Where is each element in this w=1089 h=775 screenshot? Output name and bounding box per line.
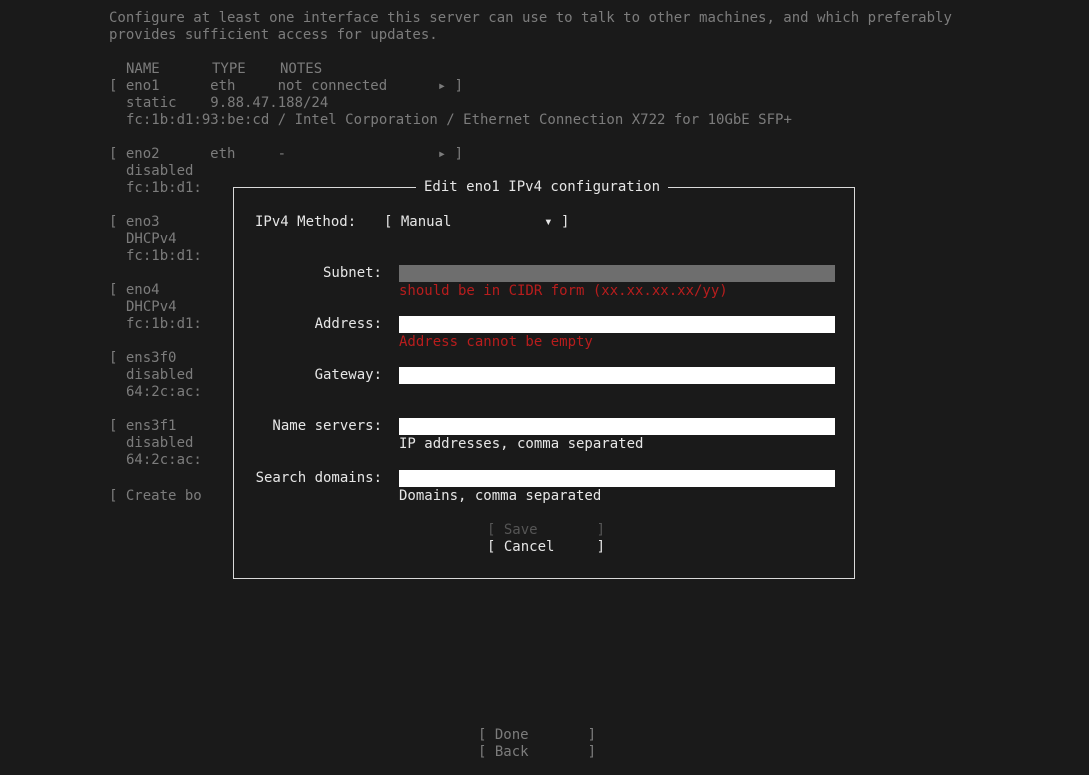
interface-row-eno3[interactable]: [ eno3 [109,214,160,231]
interface-ens3f0-status: disabled [126,367,194,383]
name-servers-field[interactable] [399,418,835,435]
address-label: Address: [314,316,382,332]
interface-eno3-status: DHCPv4 [126,231,177,247]
gateway-label: Gateway: [314,367,382,383]
interface-eno4-status: DHCPv4 [126,299,177,315]
address-field[interactable] [399,316,835,333]
name-servers-hint: IP addresses, comma separated [399,436,644,452]
interface-row-ens3f1[interactable]: [ ens3f1 [109,418,176,435]
cancel-button[interactable]: [ Cancel ] [487,539,605,556]
interface-eno1-hw: fc:1b:d1:93:be:cd / Intel Corporation / … [126,112,792,128]
interface-row-eno2[interactable]: [ eno2 eth - ▸ ] [109,146,463,163]
intro-line-2: provides sufficient access for updates. [109,27,438,43]
interface-eno2-hw: fc:1b:d1: [126,180,202,196]
interface-eno1-address: static 9.88.47.188/24 [126,95,329,111]
header-type: TYPE [212,61,246,77]
interface-ens3f1-hw: 64:2c:ac: [126,452,202,468]
dialog-title: Edit eno1 IPv4 configuration [416,179,669,196]
interface-eno4-hw: fc:1b:d1: [126,316,202,332]
gateway-input[interactable] [399,367,835,384]
name-servers-input[interactable] [399,418,835,435]
interface-ens3f1-status: disabled [126,435,194,451]
ipv4-method-label: IPv4 Method: [255,214,357,230]
done-button[interactable]: [ Done ] [478,727,596,744]
intro-line-1: Configure at least one interface this se… [109,10,952,26]
back-button[interactable]: [ Back ] [478,744,596,761]
search-domains-input[interactable] [399,470,835,487]
name-servers-label: Name servers: [272,418,382,434]
header-notes: NOTES [280,61,323,77]
subnet-label: Subnet: [322,265,382,281]
save-button[interactable]: [ Save ] [487,522,605,539]
interface-row-eno1[interactable]: [ eno1 eth not connected ▸ ] [109,78,463,95]
gateway-field[interactable] [399,367,835,384]
search-domains-field[interactable] [399,470,835,487]
search-domains-label: Search domains: [255,470,382,486]
interface-eno2-status: disabled [126,163,194,179]
search-domains-hint: Domains, comma separated [399,488,602,504]
header-name: NAME [126,61,160,77]
interface-row-eno4[interactable]: [ eno4 [109,282,160,299]
interface-eno3-hw: fc:1b:d1: [126,248,202,264]
subnet-error: should be in CIDR form (xx.xx.xx.xx/yy) [399,283,728,299]
interface-ens3f0-hw: 64:2c:ac: [126,384,202,400]
ipv4-method-select[interactable]: [ Manual ▾ ] [384,214,569,231]
interface-row-ens3f0[interactable]: [ ens3f0 [109,350,176,367]
subnet-input[interactable] [399,265,835,282]
create-bond-button[interactable]: [ Create bo [109,488,202,505]
subnet-field[interactable] [399,265,835,282]
address-error: Address cannot be empty [399,334,593,350]
address-input[interactable] [399,316,835,333]
